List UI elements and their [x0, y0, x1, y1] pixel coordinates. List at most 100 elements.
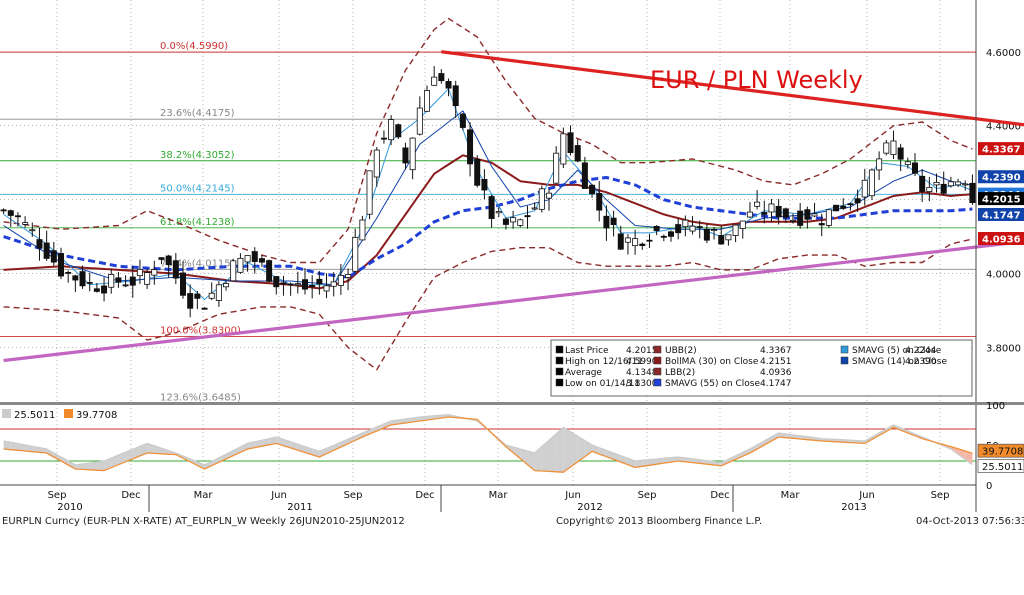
price-tag-label: 4.1747: [982, 211, 1021, 222]
candle-body: [223, 283, 230, 288]
candle-body: [589, 184, 596, 195]
candle-body: [668, 231, 675, 237]
candle-body: [294, 283, 301, 286]
legend-swatch: [555, 367, 564, 376]
oscillator-header-swatch: [2, 409, 11, 418]
candle-body: [739, 220, 746, 229]
x-month-label: Jun: [858, 490, 875, 501]
legend-swatch: [555, 345, 564, 354]
candle-body: [955, 181, 962, 186]
legend-swatch: [653, 367, 662, 376]
candle-body: [804, 209, 811, 220]
candle-body: [517, 219, 524, 226]
candle-body: [172, 260, 179, 279]
candle-body: [926, 187, 933, 192]
candle-body: [782, 208, 789, 218]
candle-body: [93, 288, 100, 292]
oscillator-tag-label: 25.5011: [982, 462, 1023, 473]
candle-body: [617, 233, 624, 250]
x-month-label: Sep: [344, 490, 363, 501]
candle-body: [459, 113, 466, 128]
candle-body: [775, 205, 782, 218]
candle-body: [646, 239, 653, 242]
legend-swatch: [840, 345, 849, 354]
candle-body: [122, 284, 129, 287]
legend-entry-name: Last Price: [565, 346, 609, 356]
candle-body: [746, 211, 753, 218]
candle-body: [431, 76, 438, 86]
candle-body: [86, 282, 93, 284]
legend-entry-value: 4.2015: [626, 346, 658, 356]
candle-body: [524, 215, 531, 218]
candle-body: [416, 107, 423, 135]
legend-entry-name: UBB(2): [665, 346, 697, 356]
candle-body: [301, 279, 308, 290]
candle-body: [546, 192, 553, 199]
candle-body: [754, 201, 761, 207]
candle-body: [833, 204, 840, 212]
candle-body: [287, 283, 294, 286]
candle-body: [560, 133, 567, 165]
legend-swatch: [653, 356, 662, 365]
footer-timestamp: 04-Oct-2013 07:56:33: [916, 516, 1024, 527]
candle-body: [854, 198, 861, 204]
candle-body: [581, 162, 588, 189]
legend-entry-name: BollMA (30) on Close: [665, 357, 759, 367]
candle-body: [696, 226, 703, 228]
legend-entry-value: 4.1747: [760, 379, 792, 389]
legend: Last Price 4.2015High on 12/16/114.5990Av…: [550, 339, 973, 397]
candle-body: [675, 224, 682, 234]
x-year-label: 2013: [841, 502, 866, 513]
candle-body: [718, 235, 725, 245]
x-year-label: 2011: [287, 502, 312, 513]
legend-entry-value: 4.3367: [760, 346, 792, 356]
candle-body: [947, 181, 954, 187]
candle-body: [337, 275, 344, 286]
candle-body: [811, 213, 818, 217]
candle-body: [603, 215, 610, 229]
candle-body: [467, 129, 474, 165]
x-month-label: Mar: [194, 490, 214, 501]
x-month-label: Mar: [489, 490, 509, 501]
fib-level-label: 61.8%(4.1238): [160, 217, 235, 228]
candle-body: [366, 170, 373, 215]
chart-title: EUR / PLN Weekly: [650, 66, 863, 94]
legend-swatch: [555, 378, 564, 387]
legend-entry-value: 4.0936: [760, 368, 792, 378]
candle-body: [230, 260, 237, 282]
x-month-label: Sep: [48, 490, 67, 501]
candle-body: [639, 243, 646, 247]
candle-body: [825, 209, 832, 226]
price-tag-label: 4.0936: [982, 234, 1021, 245]
price-tick-label: 4.0000: [986, 270, 1021, 281]
x-month-label: Dec: [415, 490, 434, 501]
candle-body: [129, 276, 136, 286]
legend-swatch: [653, 378, 662, 387]
candle-body: [352, 236, 359, 272]
legend-swatch: [653, 345, 662, 354]
candle-body: [624, 237, 631, 243]
candle-body: [933, 181, 940, 186]
background: [0, 0, 1024, 595]
candle-body: [438, 73, 445, 82]
candle-body: [266, 260, 273, 282]
candle-body: [165, 255, 172, 266]
legend-entry-value: 4.2151: [760, 357, 792, 367]
legend-swatch: [555, 356, 564, 365]
fib-level-label: 0.0%(4.5990): [160, 41, 228, 52]
candle-body: [574, 145, 581, 162]
candle-body: [251, 251, 258, 262]
candle-body: [108, 274, 115, 288]
x-month-label: Dec: [121, 490, 140, 501]
candle-body: [502, 218, 509, 225]
candle-body: [309, 284, 316, 287]
legend-entry-name: Average: [565, 368, 602, 378]
candle-body: [380, 137, 387, 140]
candle-body: [474, 158, 481, 186]
legend-entry-name: SMAVG (55) on Close: [665, 379, 760, 389]
footer-security-info: EURPLN Curncy (EUR-PLN X-RATE) AT_EURPLN…: [2, 516, 405, 527]
candle-body: [682, 219, 689, 228]
candle-body: [481, 179, 488, 191]
footer-copyright: Copyright© 2013 Bloomberg Finance L.P.: [556, 516, 763, 527]
candle-body: [711, 229, 718, 231]
